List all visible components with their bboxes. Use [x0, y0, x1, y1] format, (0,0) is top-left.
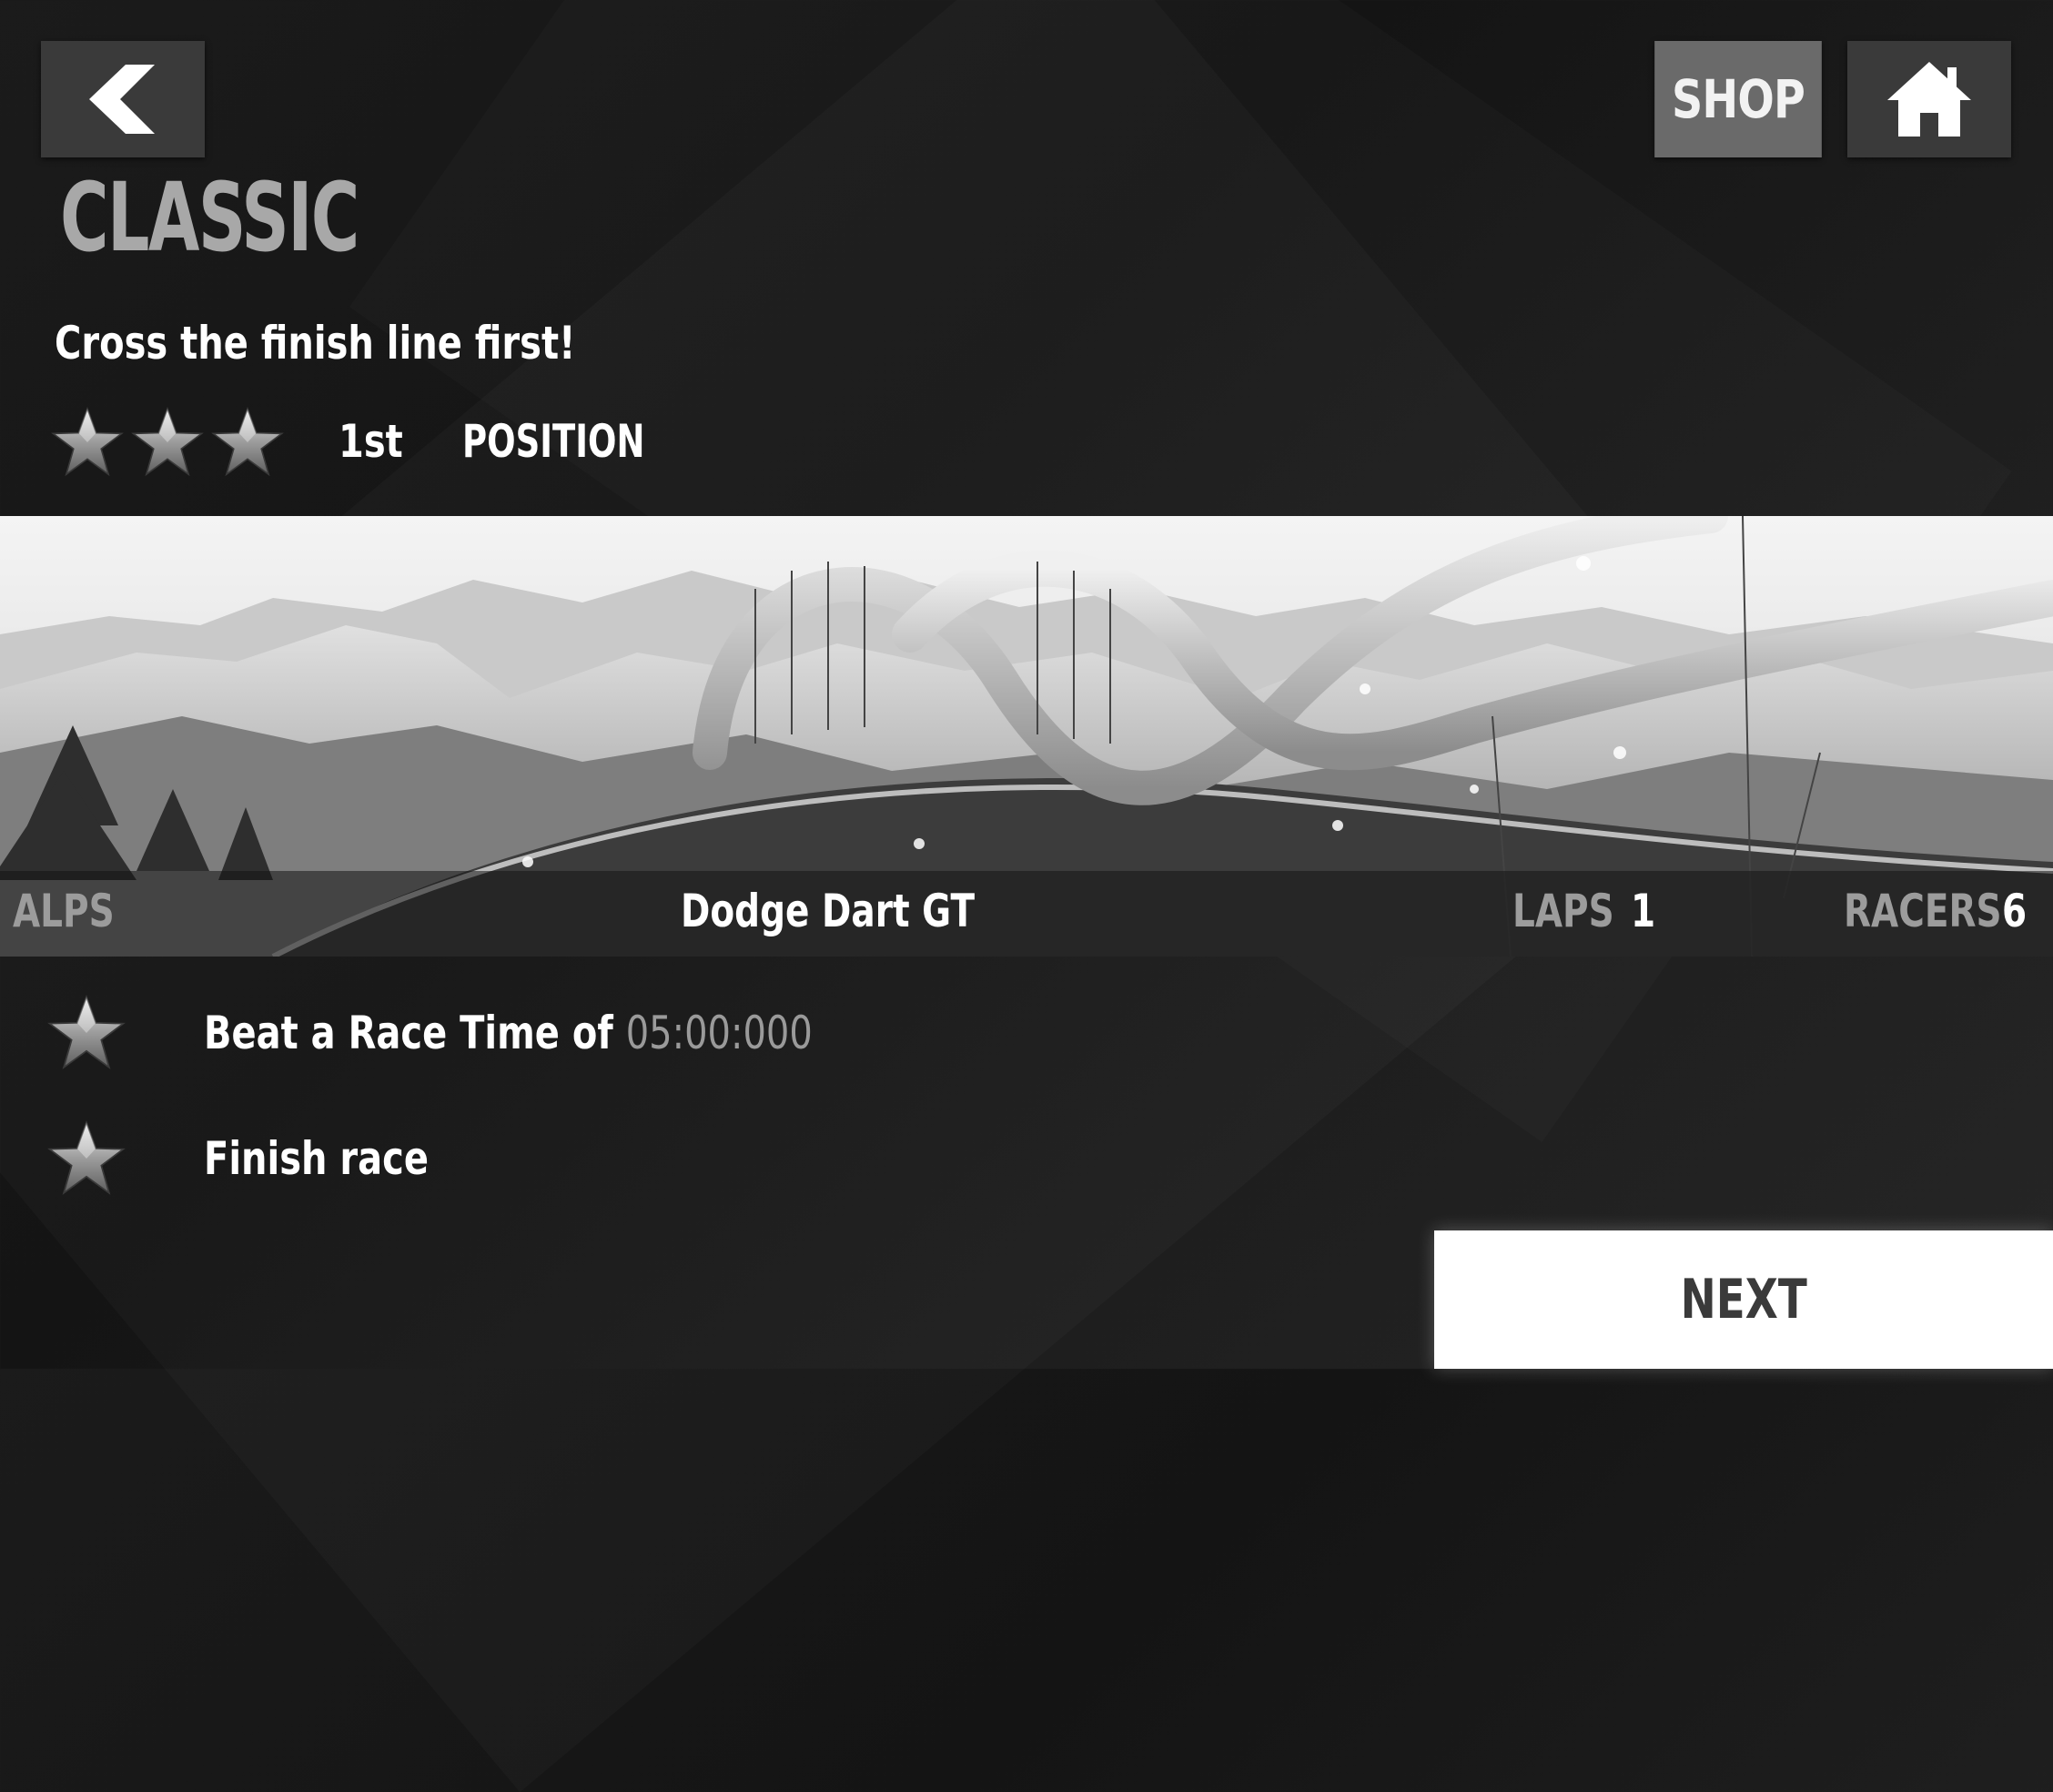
chevron-left-icon: [89, 65, 155, 134]
position-value: 1st: [339, 415, 403, 468]
position-label: POSITION: [462, 415, 645, 468]
star-icon: [131, 406, 204, 479]
star-icon: [47, 994, 126, 1072]
car-name: Dodge Dart GT: [681, 885, 976, 937]
laps-value: 1: [1631, 885, 1656, 937]
objective-time-text: Beat a Race Time of 05:00:000: [204, 1007, 813, 1059]
track-info-bar: [0, 871, 2053, 957]
objective-finish-text: Finish race: [204, 1132, 429, 1185]
star-icon: [47, 1119, 126, 1198]
objective-time-label: Beat a Race Time of: [204, 1007, 613, 1059]
objective-time-value: 05:00:000: [625, 1007, 813, 1059]
objective-text: Cross the finish line first!: [55, 317, 576, 370]
track-location: ALPS: [13, 885, 115, 937]
mode-title: CLASSIC: [60, 162, 359, 273]
next-button[interactable]: NEXT: [1434, 1230, 2053, 1369]
stars-rating: [51, 406, 284, 479]
star-icon: [51, 406, 124, 479]
racers-value: 6: [2002, 885, 2028, 937]
racers-label: RACERS: [1844, 885, 2002, 937]
back-button[interactable]: [41, 41, 205, 157]
next-label: NEXT: [1680, 1268, 1807, 1331]
shop-label: SHOP: [1671, 68, 1805, 130]
objective-row-finish: [47, 1119, 126, 1198]
home-button[interactable]: [1847, 41, 2011, 157]
laps-label: LAPS: [1512, 885, 1614, 937]
track-banner: ALPS Dodge Dart GT LAPS 1 RACERS 6: [0, 516, 2053, 957]
objective-row-time: [47, 994, 126, 1072]
shop-button[interactable]: SHOP: [1654, 41, 1822, 157]
home-icon: [1887, 62, 1971, 137]
star-icon: [211, 406, 284, 479]
